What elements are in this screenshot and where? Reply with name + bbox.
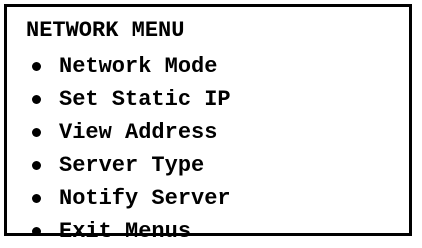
bullet-icon [32, 95, 41, 104]
menu-list: Network Mode Set Static IP View Address … [26, 50, 231, 248]
menu-item-server-type[interactable]: Server Type [26, 149, 231, 182]
bullet-icon [32, 161, 41, 170]
bullet-icon [32, 227, 41, 236]
menu-item-label: Network Mode [59, 54, 218, 79]
network-menu-panel: NETWORK MENU Network Mode Set Static IP … [4, 4, 412, 244]
menu-item-set-static-ip[interactable]: Set Static IP [26, 83, 231, 116]
bullet-icon [32, 62, 41, 71]
menu-item-label: Exit Menus [59, 219, 192, 244]
menu-item-view-address[interactable]: View Address [26, 116, 231, 149]
menu-item-network-mode[interactable]: Network Mode [26, 50, 231, 83]
menu-item-label: View Address [59, 120, 218, 145]
bullet-icon [32, 128, 41, 137]
menu-item-exit-menus[interactable]: Exit Menus [26, 215, 231, 248]
menu-item-notify-server[interactable]: Notify Server [26, 182, 231, 215]
menu-title: NETWORK MENU [26, 18, 185, 43]
bullet-icon [32, 194, 41, 203]
menu-item-label: Notify Server [59, 186, 231, 211]
menu-item-label: Set Static IP [59, 87, 231, 112]
menu-item-label: Server Type [59, 153, 205, 178]
